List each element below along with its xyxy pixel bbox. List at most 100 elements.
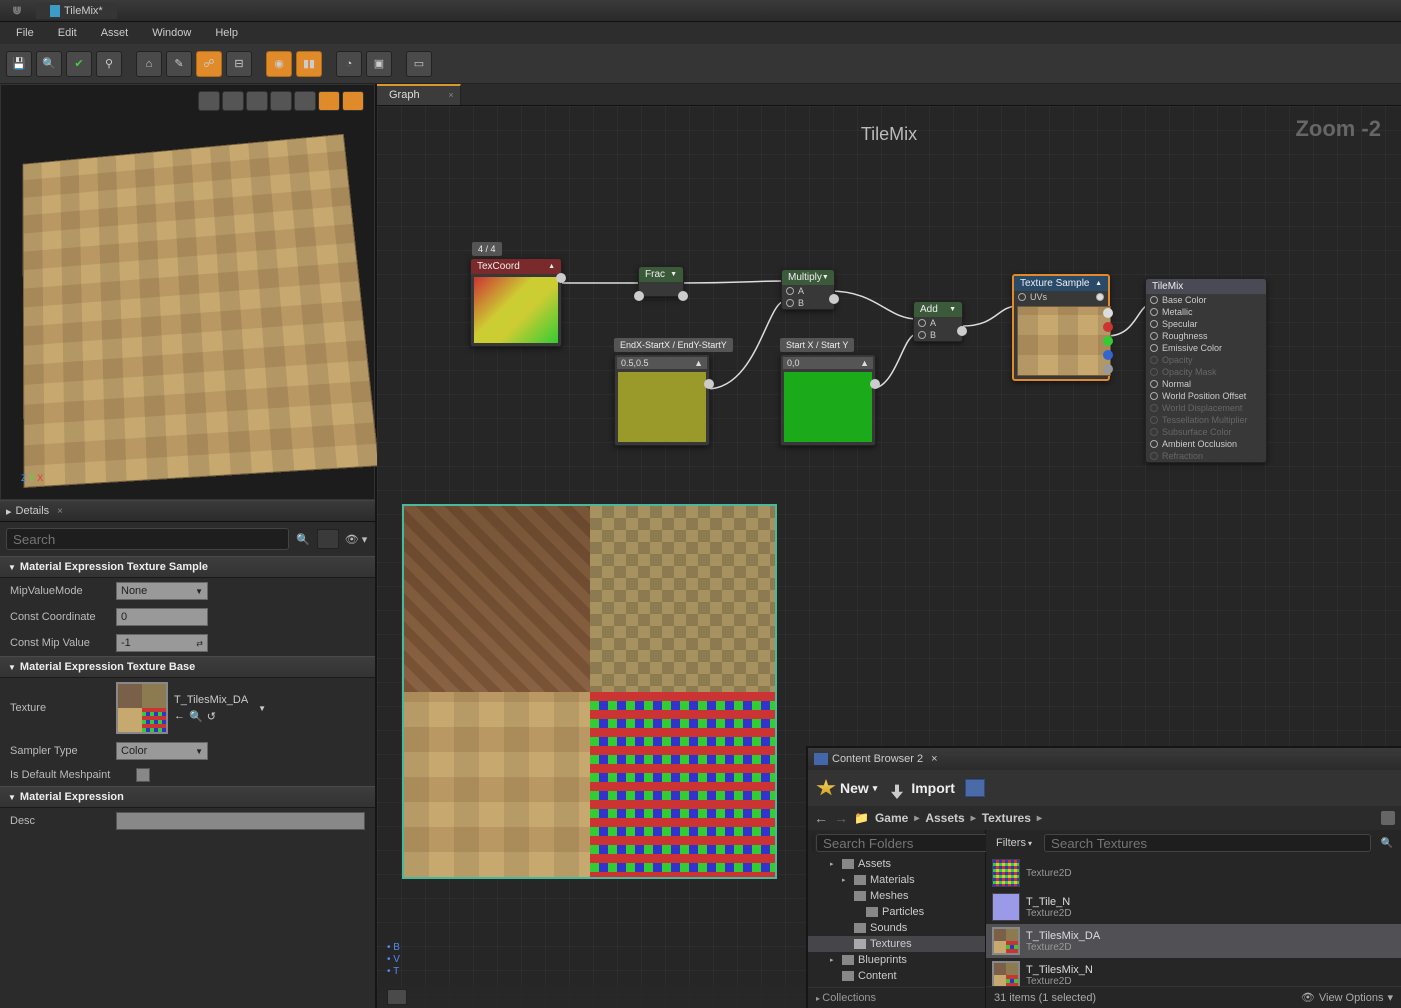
document-tab[interactable]: TileMix* bbox=[36, 3, 117, 19]
vp-sphere-button[interactable] bbox=[222, 91, 244, 111]
texture-thumbnail[interactable] bbox=[116, 682, 168, 734]
save-button[interactable]: 💾 bbox=[6, 51, 32, 77]
forward-button[interactable]: → bbox=[834, 810, 848, 826]
node-frac[interactable]: Frac▼ bbox=[638, 266, 684, 297]
tab-graph[interactable]: Graph × bbox=[377, 84, 461, 105]
asset-t_tilesmix_da[interactable]: T_TilesMix_DATexture2D bbox=[986, 924, 1401, 958]
asset-t_tilesmix_n[interactable]: T_TilesMix_NTexture2D bbox=[986, 958, 1401, 986]
find-button[interactable]: 🔍 bbox=[36, 51, 62, 77]
new-button[interactable]: New▾ bbox=[816, 779, 877, 797]
vp-cube-button[interactable] bbox=[270, 91, 292, 111]
search-button[interactable]: ⚲ bbox=[96, 51, 122, 77]
tree-item-meshes[interactable]: Meshes bbox=[808, 888, 985, 904]
tree-item-blueprints[interactable]: ▸Blueprints bbox=[808, 952, 985, 968]
tree-search-input[interactable] bbox=[816, 834, 1007, 852]
vp-mesh-button[interactable] bbox=[318, 91, 340, 111]
constcoord-input[interactable]: 0 bbox=[116, 608, 208, 626]
clean-button[interactable]: ✎ bbox=[166, 51, 192, 77]
stats-button[interactable]: ◔ bbox=[336, 51, 362, 77]
vp-teapot-button[interactable] bbox=[294, 91, 316, 111]
node-add[interactable]: Add▼ A B bbox=[913, 301, 963, 342]
home-button[interactable]: ⌂ bbox=[136, 51, 162, 77]
section-material-expression[interactable]: ▼Material Expression bbox=[0, 786, 375, 808]
menu-help[interactable]: Help bbox=[205, 25, 248, 41]
collections-section[interactable]: ▸ Collections bbox=[808, 987, 985, 1008]
output-pin-world-position-offset[interactable]: World Position Offset bbox=[1146, 390, 1266, 402]
connectors-button[interactable]: ☍ bbox=[196, 51, 222, 77]
asset-unknown[interactable]: Texture2D bbox=[986, 856, 1401, 890]
filter-icon[interactable] bbox=[812, 834, 814, 852]
output-pin-opacity-mask[interactable]: Opacity Mask bbox=[1146, 366, 1266, 378]
reset-icon[interactable]: ↺ bbox=[207, 710, 216, 723]
node-output[interactable]: TileMix Base ColorMetallicSpecularRoughn… bbox=[1145, 278, 1267, 463]
output-pin-world-displacement[interactable]: World Displacement bbox=[1146, 402, 1266, 414]
output-pin-roughness[interactable]: Roughness bbox=[1146, 330, 1266, 342]
tree-item-sounds[interactable]: Sounds bbox=[808, 920, 985, 936]
browse-icon[interactable]: 🔍 bbox=[189, 710, 203, 723]
section-texture-sample[interactable]: ▼Material Expression Texture Sample bbox=[0, 556, 375, 578]
search-icon[interactable]: 🔍 bbox=[1377, 838, 1397, 849]
output-pin-refraction[interactable]: Refraction bbox=[1146, 450, 1266, 462]
save-all-button[interactable] bbox=[965, 779, 985, 797]
matrix-icon[interactable] bbox=[317, 529, 339, 549]
menu-file[interactable]: File bbox=[6, 25, 44, 41]
path-root[interactable]: Game bbox=[875, 811, 908, 825]
vp-plane-button[interactable] bbox=[246, 91, 268, 111]
menu-edit[interactable]: Edit bbox=[48, 25, 87, 41]
path-textures[interactable]: Textures bbox=[982, 811, 1031, 825]
close-icon[interactable]: × bbox=[57, 506, 63, 517]
output-pin-specular[interactable]: Specular bbox=[1146, 318, 1266, 330]
view-options-button[interactable]: 👁 View Options ▾ bbox=[1301, 991, 1393, 1004]
search-icon[interactable]: 🔍 bbox=[293, 533, 313, 546]
output-pin-ambient-occlusion[interactable]: Ambient Occlusion bbox=[1146, 438, 1266, 450]
meshpaint-checkbox[interactable] bbox=[136, 768, 150, 782]
palette-icon[interactable] bbox=[387, 989, 407, 1005]
tree-item-materials[interactable]: ▸Materials bbox=[808, 872, 985, 888]
menu-asset[interactable]: Asset bbox=[91, 25, 139, 41]
close-icon[interactable]: × bbox=[931, 753, 937, 765]
output-pin-base-color[interactable]: Base Color bbox=[1146, 294, 1266, 306]
details-search-input[interactable] bbox=[6, 528, 289, 550]
node-const1[interactable]: 0.5,0.5▲ bbox=[614, 354, 710, 446]
live-preview-button[interactable]: ◉ bbox=[266, 51, 292, 77]
section-texture-base[interactable]: ▼Material Expression Texture Base bbox=[0, 656, 375, 678]
tree-item-assets[interactable]: ▸Assets bbox=[808, 856, 985, 872]
output-pin-normal[interactable]: Normal bbox=[1146, 378, 1266, 390]
lock-icon[interactable] bbox=[1381, 811, 1395, 825]
menu-window[interactable]: Window bbox=[142, 25, 201, 41]
live-nodes-button[interactable]: ▮▮ bbox=[296, 51, 322, 77]
hide-button[interactable]: ⊟ bbox=[226, 51, 252, 77]
mipvaluemode-dropdown[interactable]: None▼ bbox=[116, 582, 208, 600]
output-pin-tessellation-multiplier[interactable]: Tessellation Multiplier bbox=[1146, 414, 1266, 426]
vp-cylinder-button[interactable] bbox=[198, 91, 220, 111]
folder-icon[interactable]: 📁 bbox=[854, 811, 869, 825]
import-button[interactable]: Import bbox=[887, 779, 955, 797]
preview-viewport[interactable]: Z Y X bbox=[0, 84, 375, 500]
vp-viewmode-button[interactable] bbox=[342, 91, 364, 111]
tree-item-content[interactable]: Content bbox=[808, 968, 985, 984]
desc-input[interactable] bbox=[116, 812, 365, 830]
content-browser-tab[interactable]: Content Browser 2 × bbox=[808, 748, 1401, 770]
apply-button[interactable]: ✔ bbox=[66, 51, 92, 77]
tree-item-particles[interactable]: Particles bbox=[808, 904, 985, 920]
node-texture-sample[interactable]: Texture Sample▲ UVs bbox=[1012, 274, 1110, 381]
node-texcoord[interactable]: TexCoord▲ bbox=[470, 258, 562, 347]
use-icon[interactable]: ← bbox=[174, 710, 185, 723]
platform-button[interactable]: ▣ bbox=[366, 51, 392, 77]
constmip-input[interactable]: -1⇄ bbox=[116, 634, 208, 652]
output-pin-subsurface-color[interactable]: Subsurface Color bbox=[1146, 426, 1266, 438]
details-tab[interactable]: ▸ Details × bbox=[0, 500, 375, 522]
output-pin-emissive-color[interactable]: Emissive Color bbox=[1146, 342, 1266, 354]
path-assets[interactable]: Assets bbox=[925, 811, 964, 825]
back-button[interactable]: ← bbox=[814, 810, 828, 826]
output-pin-opacity[interactable]: Opacity bbox=[1146, 354, 1266, 366]
eye-icon[interactable]: 👁 ▾ bbox=[343, 530, 369, 548]
filters-button[interactable]: Filters▾ bbox=[990, 835, 1038, 851]
node-const2[interactable]: 0,0▲ bbox=[780, 354, 876, 446]
tree-item-textures[interactable]: Textures bbox=[808, 936, 985, 952]
sampler-dropdown[interactable]: Color▼ bbox=[116, 742, 208, 760]
assets-search-input[interactable] bbox=[1044, 834, 1371, 852]
node-multiply[interactable]: Multiply▼ A B bbox=[781, 269, 835, 310]
output-pin-metallic[interactable]: Metallic bbox=[1146, 306, 1266, 318]
close-icon[interactable]: × bbox=[448, 90, 453, 100]
